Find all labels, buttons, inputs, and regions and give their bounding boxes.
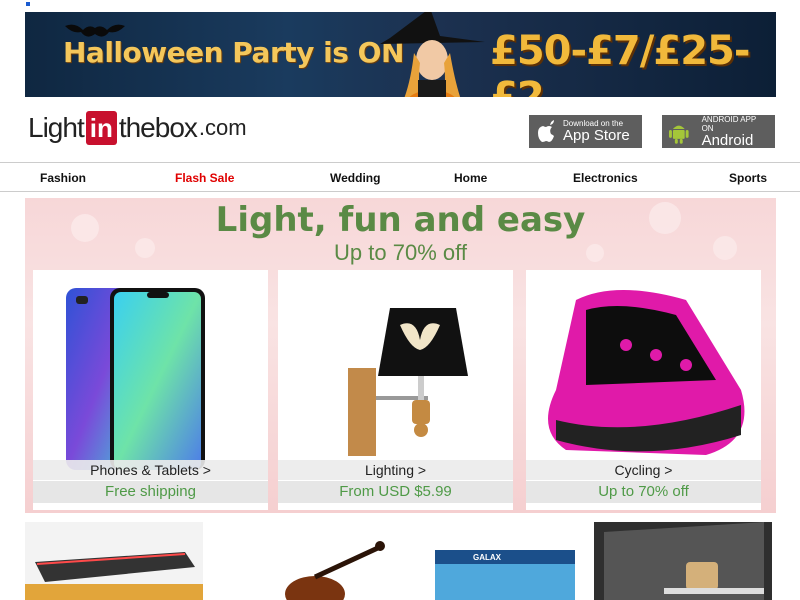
card-phones-tablets[interactable]: Phones & Tablets > Free shipping (33, 270, 268, 510)
galax-box-image (435, 550, 575, 600)
card-subtext: Free shipping (33, 481, 268, 503)
card-label[interactable]: Lighting > (278, 460, 513, 480)
product-shower-head[interactable] (25, 522, 203, 600)
card-label[interactable]: Cycling > (526, 460, 761, 480)
android-big-text: Android (701, 131, 754, 149)
nav-wedding[interactable]: Wedding (330, 171, 380, 185)
logo-part-com: .com (198, 115, 247, 140)
banner-title: Halloween Party is ON (63, 36, 404, 69)
wall-lamp-image (348, 308, 468, 456)
android-small-text: ANDROID APP ON (701, 114, 757, 133)
product-bathroom-shelf[interactable] (594, 522, 772, 600)
nav-flash-sale[interactable]: Flash Sale (175, 171, 234, 185)
card-subtext: Up to 70% off (526, 481, 761, 503)
shower-head-image (25, 552, 203, 600)
logo-part-thebox: thebox (118, 112, 198, 143)
product-violin[interactable] (270, 522, 410, 600)
witch-image (380, 12, 485, 97)
halloween-banner[interactable]: Halloween Party is ON £50-£7/£25-£2 (25, 12, 776, 97)
product-galax-box[interactable]: GALAX (435, 522, 577, 600)
android-icon (668, 125, 689, 144)
android-app-button[interactable]: ANDROID APP ON Android (662, 115, 775, 148)
nav-home[interactable]: Home (454, 171, 487, 185)
promo-subtitle: Up to 70% off (334, 240, 467, 265)
galax-box-text: GALAX (473, 553, 501, 562)
lightinthebox-logo[interactable]: Light in thebox .com (28, 108, 247, 148)
card-lighting[interactable]: Lighting > From USD $5.99 (278, 270, 513, 510)
corner-marker (26, 2, 30, 6)
bathroom-shelf-image (604, 522, 764, 600)
smartphone-image (66, 288, 205, 470)
card-cycling[interactable]: Cycling > Up to 70% off (526, 270, 761, 510)
nav-fashion[interactable]: Fashion (40, 171, 86, 185)
violin-image (285, 541, 385, 600)
main-nav: Fashion Flash Sale Wedding Home Electron… (0, 162, 800, 192)
logo-part-light: Light (28, 112, 85, 143)
card-subtext: From USD $5.99 (278, 481, 513, 503)
app-store-button[interactable]: Download on the App Store (529, 115, 642, 148)
card-label[interactable]: Phones & Tablets > (33, 460, 268, 480)
app-store-big-text: App Store (563, 127, 630, 144)
apple-icon (538, 119, 554, 142)
promo-title: Light, fun and easy (215, 200, 586, 240)
banner-offer: £50-£7/£25-£2 (490, 28, 750, 97)
nav-electronics[interactable]: Electronics (573, 171, 638, 185)
logo-part-in: in (85, 111, 117, 145)
nav-sports[interactable]: Sports (729, 171, 767, 185)
cycling-shoe-image (548, 290, 745, 455)
